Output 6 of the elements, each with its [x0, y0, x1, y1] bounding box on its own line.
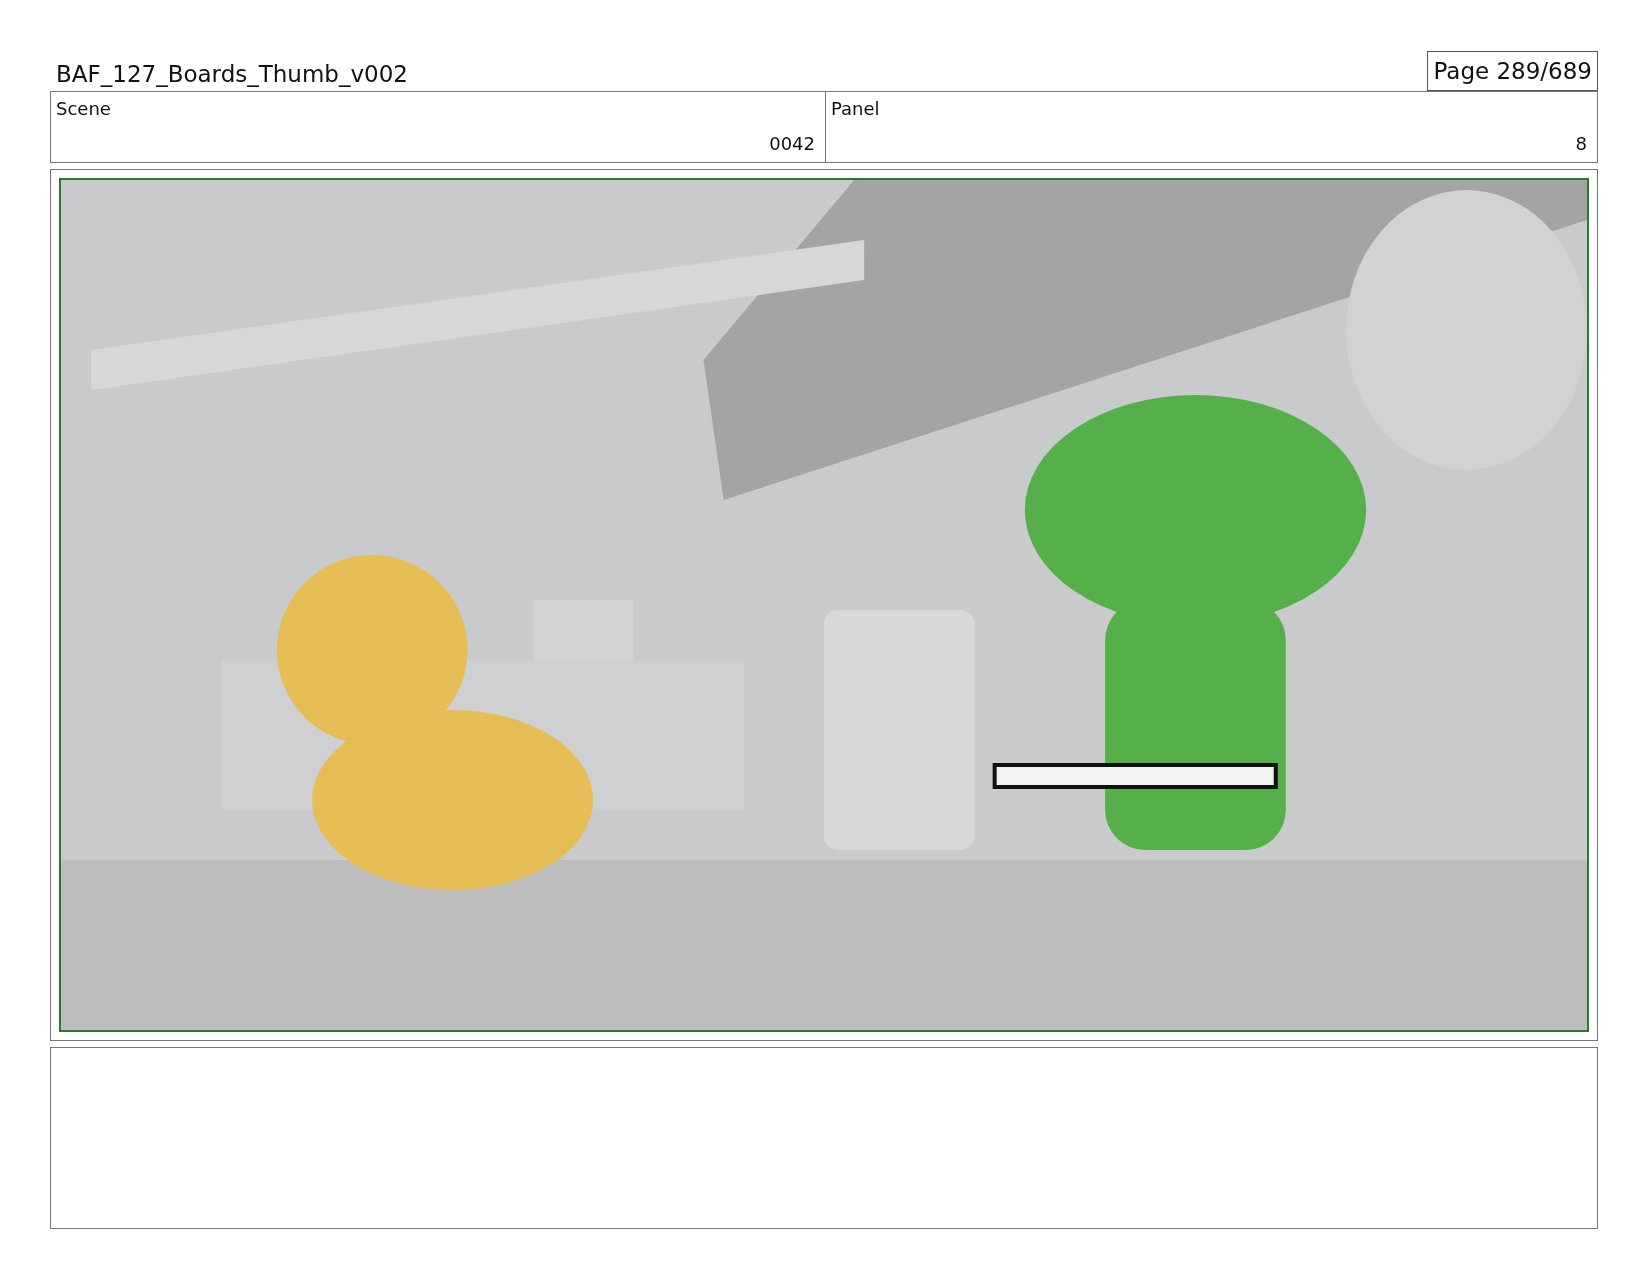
document-title: BAF_127_Boards_Thumb_v002: [55, 61, 408, 89]
page-number: Page 289/689: [1427, 51, 1598, 91]
header-value: 0042: [769, 133, 815, 154]
header-value: 8: [1575, 133, 1587, 154]
header-label: Scene: [56, 98, 112, 119]
header-label: Panel: [831, 98, 881, 119]
